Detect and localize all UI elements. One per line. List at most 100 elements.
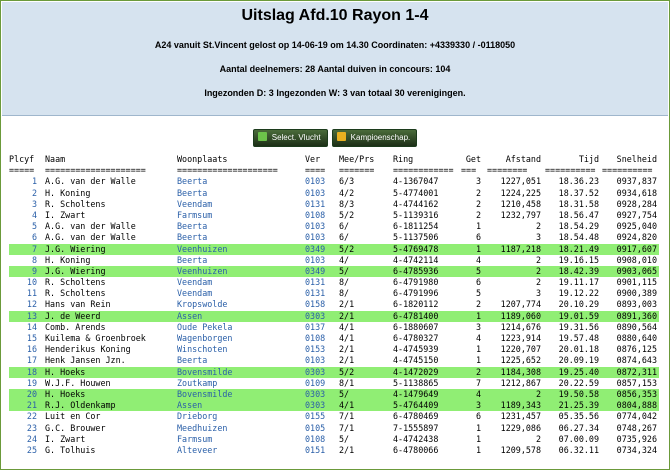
- time-cell: 18.54.48: [558, 232, 599, 243]
- speed-cell: 0876,125: [616, 344, 657, 355]
- marked-cell: 1: [475, 310, 481, 321]
- ring-cell: 6-1820112: [393, 299, 439, 310]
- table-row: 20 H. Hoeks Bovensmilde 0303 5/4-1479649 4 2 19…: [9, 388, 659, 401]
- table-row: 10 R. Scholtens Veendam 0131 8/6-4791980 6 2 19…: [9, 277, 659, 288]
- name-cell: Comb. Arends: [45, 321, 106, 332]
- club-cell: 0103: [305, 221, 326, 232]
- dropdown-arrow-icon: [257, 132, 267, 141]
- separator-dashes: ====================: [45, 165, 146, 176]
- town-cell: Assen: [177, 400, 203, 411]
- club-cell: 0108: [305, 333, 326, 343]
- table-row: 6 A.G. van der Walle Beerta 0103 6/5-1137506…: [9, 232, 659, 243]
- entries-cell: 4/: [339, 254, 350, 265]
- distance-cell: 1225,652: [500, 355, 541, 366]
- marked-cell: 4: [475, 388, 481, 399]
- ring-cell: 5-4769478: [393, 243, 439, 254]
- name-cell: Henderikus Koning: [45, 344, 131, 355]
- name-cell: R.J. Oldenkamp: [45, 400, 116, 411]
- club-cell: 0103: [305, 232, 326, 243]
- table-row: 16 Henderikus Koning Winschoten 0153 2/1 4-47…: [9, 344, 659, 355]
- name-cell: H. Hoeks: [45, 388, 86, 399]
- speed-cell: 0925,040: [616, 221, 657, 232]
- header-club: Ver: [305, 154, 321, 164]
- speed-cell: 0880,640: [616, 333, 657, 343]
- place-cell: 22: [26, 411, 37, 422]
- marked-cell: 7: [475, 377, 481, 388]
- distance-cell: 2: [535, 221, 541, 232]
- time-cell: 18.36.23: [558, 176, 599, 187]
- marked-cell: 1: [475, 221, 481, 232]
- place-cell: 11: [26, 288, 37, 299]
- time-cell: 06.32.11: [558, 444, 599, 455]
- table-row: 15 Kuilema & Groenbroek Wagenborgen 0108 4/1…: [9, 333, 659, 344]
- championship-button[interactable]: Kampioenschap.: [331, 129, 418, 147]
- speed-cell: 0748,267: [616, 422, 657, 433]
- speed-cell: 0891,360: [616, 310, 657, 321]
- ring-cell: 4-4742114: [393, 254, 439, 265]
- place-cell: 17: [26, 355, 37, 366]
- distance-cell: 1232,797: [500, 209, 541, 220]
- marked-cell: 4: [475, 254, 481, 265]
- place-cell: 18: [26, 366, 37, 377]
- time-cell: 18.31.58: [558, 198, 599, 209]
- time-cell: 18.42.39: [558, 265, 599, 276]
- town-cell: Beerta: [177, 176, 208, 187]
- table-row: 17 Henk Jansen Jzn. Beerta 0103 2/1 4-4745150…: [9, 355, 659, 366]
- town-cell: Beerta: [177, 355, 208, 366]
- marked-cell: 1: [475, 444, 481, 455]
- participants-info: Aantal deelnemers: 28 Aantal duiven in c…: [219, 64, 451, 74]
- town-cell: Beerta: [177, 232, 208, 243]
- ring-cell: 4-1479649: [393, 388, 439, 399]
- marked-cell: 5: [475, 288, 481, 299]
- distance-cell: 1184,308: [500, 366, 541, 377]
- table-row: 5 A.G. van der Walle Beerta 0103 6/6-1811254…: [9, 221, 659, 232]
- marked-cell: 1: [475, 243, 481, 254]
- time-cell: 19.16.15: [558, 254, 599, 265]
- separator-dashes: ==========: [602, 165, 653, 176]
- marked-cell: 2: [475, 209, 481, 220]
- distance-cell: 1212,867: [500, 377, 541, 388]
- page-frame: Uitslag Afd.10 Rayon 1-4 A24 vanuit St.V…: [0, 0, 670, 470]
- name-cell: J.G. Wiering: [45, 265, 106, 276]
- ring-cell: 6-4785936: [393, 265, 439, 276]
- place-cell: 16: [26, 344, 37, 355]
- town-cell: Zoutkamp: [177, 377, 218, 388]
- name-cell: I. Zwart: [45, 209, 86, 220]
- table-row: 23 G.C. Brouwer Meedhuizen 0105 7/1 7-1555897…: [9, 423, 659, 434]
- place-cell: 21: [26, 400, 37, 411]
- ring-cell: 4-4744162: [393, 198, 439, 209]
- time-cell: 05.35.56: [558, 411, 599, 422]
- name-cell: H. Hoeks: [45, 366, 86, 377]
- marked-cell: 3: [475, 400, 481, 411]
- distance-cell: 3: [535, 232, 541, 243]
- club-cell: 0303: [305, 400, 326, 411]
- release-info: A24 vanuit St.Vincent gelost op 14-06-19…: [154, 40, 516, 50]
- speed-cell: 0917,607: [616, 243, 657, 254]
- town-cell: Veendam: [177, 198, 213, 209]
- place-cell: 1: [31, 176, 37, 187]
- entries-cell: 8/: [339, 288, 350, 299]
- table-row: 12 Hans van Rein Kropswolde 0158 2/1 6-182011…: [9, 299, 659, 310]
- club-cell: 0158: [305, 299, 326, 310]
- club-cell: 0349: [305, 243, 326, 254]
- club-cell: 0303: [305, 388, 326, 399]
- speed-cell: 0856,353: [616, 388, 657, 399]
- table-header-row: Plcyf Naam Woonplaats Ver Mee/Prs Ring Get Afst…: [9, 154, 659, 165]
- entries-cell: 4/1: [339, 400, 355, 411]
- distance-cell: 2: [535, 277, 541, 288]
- select-flight-button[interactable]: Select. Vlucht: [252, 129, 328, 147]
- name-cell: J. de Weerd: [45, 310, 101, 321]
- town-cell: Veenhuizen: [177, 243, 228, 254]
- ring-cell: 5-1139316: [393, 209, 439, 220]
- header-town: Woonplaats: [177, 154, 228, 164]
- page-title: Uitslag Afd.10 Rayon 1-4: [241, 7, 429, 24]
- header-entries: Mee/Prs: [339, 154, 375, 164]
- speed-cell: 0890,564: [616, 321, 657, 332]
- entries-cell: 5/2: [339, 366, 355, 377]
- results-table: Plcyf Naam Woonplaats Ver Mee/Prs Ring Get Afst…: [9, 154, 659, 456]
- speed-cell: 0804,888: [616, 400, 657, 411]
- club-cell: 0155: [305, 411, 326, 422]
- town-cell: Assen: [177, 310, 203, 321]
- marked-cell: 5: [475, 265, 481, 276]
- place-cell: 13: [26, 310, 37, 321]
